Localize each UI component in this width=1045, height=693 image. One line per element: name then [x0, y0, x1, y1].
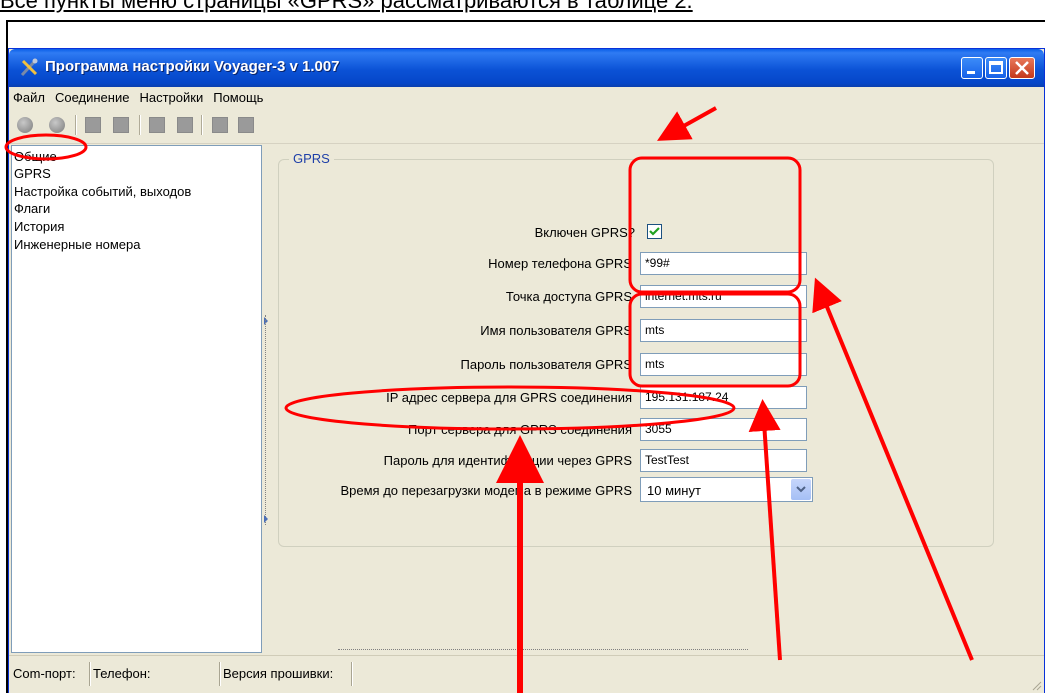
gprs-password-field[interactable]: mts	[640, 353, 807, 376]
title-bar: Программа настройки Voyager-3 v 1.007	[9, 49, 1044, 87]
gprs-apn-field[interactable]: internet.mts.ru	[640, 285, 807, 308]
gprs-user-label: Имя пользователя GPRS	[480, 323, 632, 338]
status-divider	[351, 662, 353, 686]
minimize-button[interactable]	[961, 57, 983, 79]
toolbar-export-icon[interactable]	[238, 117, 254, 133]
close-button[interactable]	[1009, 57, 1035, 79]
gprs-server-port-label: Порт сервера для GPRS соединения	[408, 422, 632, 437]
toolbar-import-icon[interactable]	[212, 117, 228, 133]
toolbar-save-icon[interactable]	[177, 117, 193, 133]
app-tools-icon	[20, 58, 38, 77]
chevron-down-icon	[796, 486, 806, 493]
gprs-modem-restart-select[interactable]: 10 минут	[640, 477, 813, 502]
sidebar-tree: Общие GPRS Настройка событий, выходов Фл…	[11, 145, 262, 653]
gprs-password-label: Пароль пользователя GPRS	[460, 357, 633, 372]
status-bar: Com-порт: Телефон: Версия прошивки:	[9, 655, 1044, 693]
splitter-grip	[265, 315, 269, 525]
menu-connection[interactable]: Соединение	[51, 87, 136, 105]
sidebar-item-events-outputs[interactable]: Настройка событий, выходов	[14, 184, 191, 199]
minimize-icon	[967, 71, 975, 74]
toolbar-read-icon[interactable]	[85, 117, 101, 133]
sidebar-item-flags[interactable]: Флаги	[14, 201, 50, 216]
toolbar	[9, 109, 1044, 144]
checkmark-icon	[649, 227, 660, 236]
gprs-server-ip-label: IP адрес сервера для GPRS соединения	[386, 390, 632, 405]
maximize-icon	[989, 61, 1003, 74]
sidebar-item-history[interactable]: История	[14, 219, 64, 234]
close-icon	[1015, 61, 1029, 75]
toolbar-separator	[201, 115, 203, 135]
status-com-port: Com-порт:	[13, 666, 76, 681]
gprs-group-title: GPRS	[289, 151, 334, 166]
menu-help[interactable]: Помощь	[209, 87, 269, 105]
sidebar-item-engineering-numbers[interactable]: Инженерные номера	[14, 237, 141, 252]
splitter-arrow-icon	[264, 515, 268, 523]
maximize-button[interactable]	[985, 57, 1007, 79]
toolbar-disconnect-icon[interactable]	[49, 117, 65, 133]
gprs-ident-password-field[interactable]: TestTest	[640, 449, 807, 472]
document-caption: Все пункты меню страницы «GPRS» рассматр…	[0, 0, 693, 13]
menu-bar: Файл Соединение Настройки Помощь	[9, 87, 1044, 109]
window-title: Программа настройки Voyager-3 v 1.007	[45, 58, 340, 75]
gprs-phone-label: Номер телефона GPRS	[488, 256, 632, 271]
toolbar-separator	[139, 115, 141, 135]
gprs-user-field[interactable]: mts	[640, 319, 807, 342]
sidebar-item-general[interactable]: Общие	[14, 149, 57, 164]
gprs-modem-restart-label: Время до перезагрузки модема в режиме GP…	[340, 483, 632, 498]
gprs-server-port-field[interactable]: 3055	[640, 418, 807, 441]
menu-file[interactable]: Файл	[9, 87, 51, 105]
toolbar-separator	[75, 115, 77, 135]
status-firmware: Версия прошивки:	[223, 666, 334, 681]
resize-grip-icon[interactable]	[1030, 679, 1042, 691]
gprs-phone-field[interactable]: *99#	[640, 252, 807, 275]
gprs-ident-password-label: Пароль для идентификации через GPRS	[383, 453, 632, 468]
menu-settings[interactable]: Настройки	[135, 87, 209, 105]
toolbar-write-icon[interactable]	[113, 117, 129, 133]
dropdown-button[interactable]	[791, 479, 811, 500]
gprs-enabled-label: Включен GPRS?	[534, 225, 635, 240]
splitter-handle[interactable]	[264, 145, 270, 653]
status-phone: Телефон:	[93, 666, 151, 681]
gprs-server-ip-field[interactable]: 195.131.187.24	[640, 386, 807, 409]
toolbar-connect-icon[interactable]	[17, 117, 33, 133]
gprs-modem-restart-value: 10 минут	[647, 483, 701, 498]
app-window: Программа настройки Voyager-3 v 1.007 Фа…	[8, 48, 1045, 693]
gprs-enabled-checkbox[interactable]	[647, 224, 662, 239]
status-divider	[219, 662, 221, 686]
gprs-apn-label: Точка доступа GPRS	[505, 289, 632, 304]
toolbar-open-icon[interactable]	[149, 117, 165, 133]
sidebar-item-gprs[interactable]: GPRS	[14, 166, 51, 181]
status-divider	[89, 662, 91, 686]
